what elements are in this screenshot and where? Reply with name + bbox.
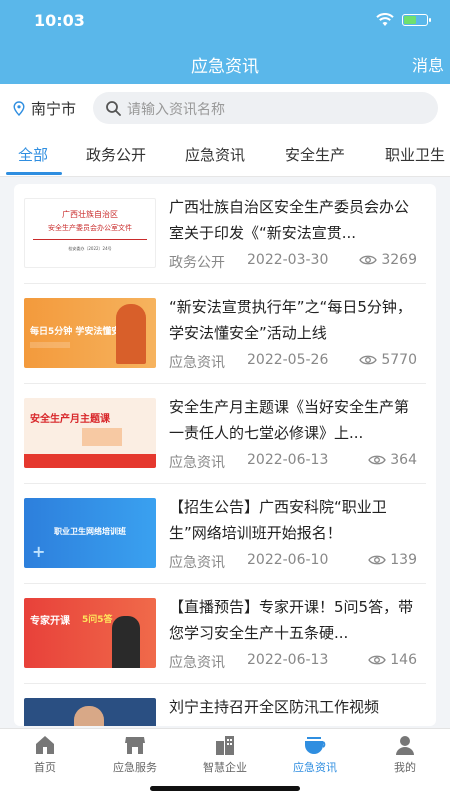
- article-thumbnail: 职业卫生网络培训班 +: [24, 498, 156, 568]
- article-date: 2022-06-13: [247, 652, 329, 668]
- active-tab-indicator: [6, 172, 62, 175]
- messages-button[interactable]: 消息: [412, 52, 444, 76]
- list-item[interactable]: 刘宁主持召开全区防汛工作视频: [14, 684, 436, 726]
- eye-icon: [359, 355, 378, 365]
- thumb-text: 专家开课: [30, 616, 70, 627]
- article-views: 139: [390, 552, 417, 568]
- battery-icon: [402, 14, 431, 26]
- eye-icon: [368, 655, 387, 665]
- list-item[interactable]: 职业卫生网络培训班 + 【招生公告】广西安科院“职业卫生”网络培训班开始报名！ …: [14, 484, 436, 584]
- home-indicator: [150, 786, 300, 791]
- article-thumbnail: 每日5分钟 学安法懂安全: [24, 298, 156, 368]
- article-thumbnail: 广西壮族自治区 安全生产委员会办公室文件 桂安委办〔2022〕24号: [24, 198, 156, 268]
- article-views: 3269: [381, 252, 417, 268]
- news-list: 广西壮族自治区 安全生产委员会办公室文件 桂安委办〔2022〕24号 广西壮族自…: [14, 184, 436, 726]
- article-title: 刘宁主持召开全区防汛工作视频: [169, 698, 380, 716]
- wifi-icon: [376, 13, 394, 26]
- article-category: 应急资讯: [169, 655, 225, 671]
- article-thumbnail: [24, 698, 156, 726]
- tabbar-label: 首页: [34, 761, 56, 774]
- article-date: 2022-05-26: [247, 352, 329, 368]
- thumb-text: 每日5分钟 学安法懂安全: [30, 327, 130, 337]
- article-views: 364: [390, 452, 417, 468]
- tabbar-mine[interactable]: 我的: [360, 733, 450, 775]
- list-item[interactable]: 每日5分钟 学安法懂安全 “新安法宣贯执行年”之“每日5分钟，学安法懂安全”活动…: [14, 284, 436, 384]
- tabbar-label: 应急资讯: [293, 761, 337, 774]
- article-title: 安全生产月主题课《当好安全生产第一责任人的七堂必修课》上...: [169, 398, 410, 442]
- list-item[interactable]: 专家开课 5问5答 【直播预告】专家开课！5问5答，带您学习安全生产十五条硬..…: [14, 584, 436, 684]
- person-icon: [396, 736, 414, 755]
- status-time: 10:03: [34, 11, 85, 30]
- article-title: 【招生公告】广西安科院“职业卫生”网络培训班开始报名！: [169, 498, 387, 542]
- status-bar: 10:03: [0, 0, 450, 44]
- location-city: 南宁市: [31, 100, 77, 118]
- thumb-text: 广西壮族自治区: [62, 210, 118, 219]
- article-thumbnail: 专家开课 5问5答: [24, 598, 156, 668]
- article-views: 146: [390, 652, 417, 668]
- category-tabs: 全部 政务公开 应急资讯 安全生产 职业卫生: [0, 134, 450, 177]
- search-icon: [106, 101, 121, 116]
- tabbar-label: 我的: [394, 761, 416, 774]
- eye-icon: [368, 555, 387, 565]
- location-selector[interactable]: 南宁市: [13, 98, 76, 119]
- list-item[interactable]: 安全生产月主题课 安全生产月主题课《当好安全生产第一责任人的七堂必修课》上...…: [14, 384, 436, 484]
- list-item[interactable]: 广西壮族自治区 安全生产委员会办公室文件 桂安委办〔2022〕24号 广西壮族自…: [14, 184, 436, 284]
- tabbar-smart-enterprise[interactable]: 智慧企业: [180, 733, 270, 775]
- article-title: 【直播预告】专家开课！5问5答，带您学习安全生产十五条硬...: [169, 598, 414, 642]
- article-category: 应急资讯: [169, 555, 225, 571]
- thumb-text: 5问5答: [82, 615, 113, 625]
- thumb-text: 职业卫生网络培训班: [54, 527, 126, 536]
- article-date: 2022-06-13: [247, 452, 329, 468]
- article-views: 5770: [381, 352, 417, 368]
- thumb-text: 安全生产委员会办公室文件: [48, 224, 132, 232]
- location-pin-icon: [13, 101, 25, 116]
- tab-safety-production[interactable]: 安全生产: [285, 144, 345, 165]
- tab-occupational-health[interactable]: 职业卫生: [385, 144, 445, 165]
- store-icon: [125, 737, 145, 754]
- tab-all[interactable]: 全部: [18, 144, 48, 165]
- eye-icon: [368, 455, 387, 465]
- tabbar-emergency-news[interactable]: 应急资讯: [270, 733, 360, 775]
- article-title: “新安法宣贯执行年”之“每日5分钟，学安法懂安全”活动上线: [169, 298, 412, 342]
- search-bar-row: 南宁市 请输入资讯名称: [0, 84, 450, 134]
- article-category: 政务公开: [169, 255, 225, 271]
- article-date: 2022-03-30: [247, 252, 329, 268]
- app-header: 10:03 应急资讯 消息: [0, 0, 450, 84]
- article-title: 广西壮族自治区安全生产委员会办公室关于印发《“新安法宣贯...: [169, 198, 410, 242]
- page-title: 应急资讯: [191, 57, 259, 77]
- search-placeholder: 请输入资讯名称: [127, 102, 225, 118]
- article-date: 2022-06-10: [247, 552, 329, 568]
- home-icon: [36, 736, 54, 754]
- article-thumbnail: 安全生产月主题课: [24, 398, 156, 468]
- tabbar-label: 智慧企业: [203, 761, 247, 774]
- tab-emergency-news[interactable]: 应急资讯: [185, 144, 245, 165]
- article-category: 应急资讯: [169, 355, 225, 371]
- thumb-text: 安全生产月主题课: [30, 414, 110, 425]
- tabbar-emergency-service[interactable]: 应急服务: [90, 733, 180, 775]
- article-category: 应急资讯: [169, 455, 225, 471]
- search-input[interactable]: 请输入资讯名称: [93, 92, 438, 124]
- news-icon: [305, 737, 326, 754]
- tabbar-label: 应急服务: [113, 761, 157, 774]
- building-icon: [216, 736, 234, 755]
- tab-government-affairs[interactable]: 政务公开: [86, 144, 146, 165]
- eye-icon: [359, 255, 378, 265]
- tabbar-home[interactable]: 首页: [0, 733, 90, 775]
- thumb-text: 桂安委办〔2022〕24号: [68, 246, 112, 251]
